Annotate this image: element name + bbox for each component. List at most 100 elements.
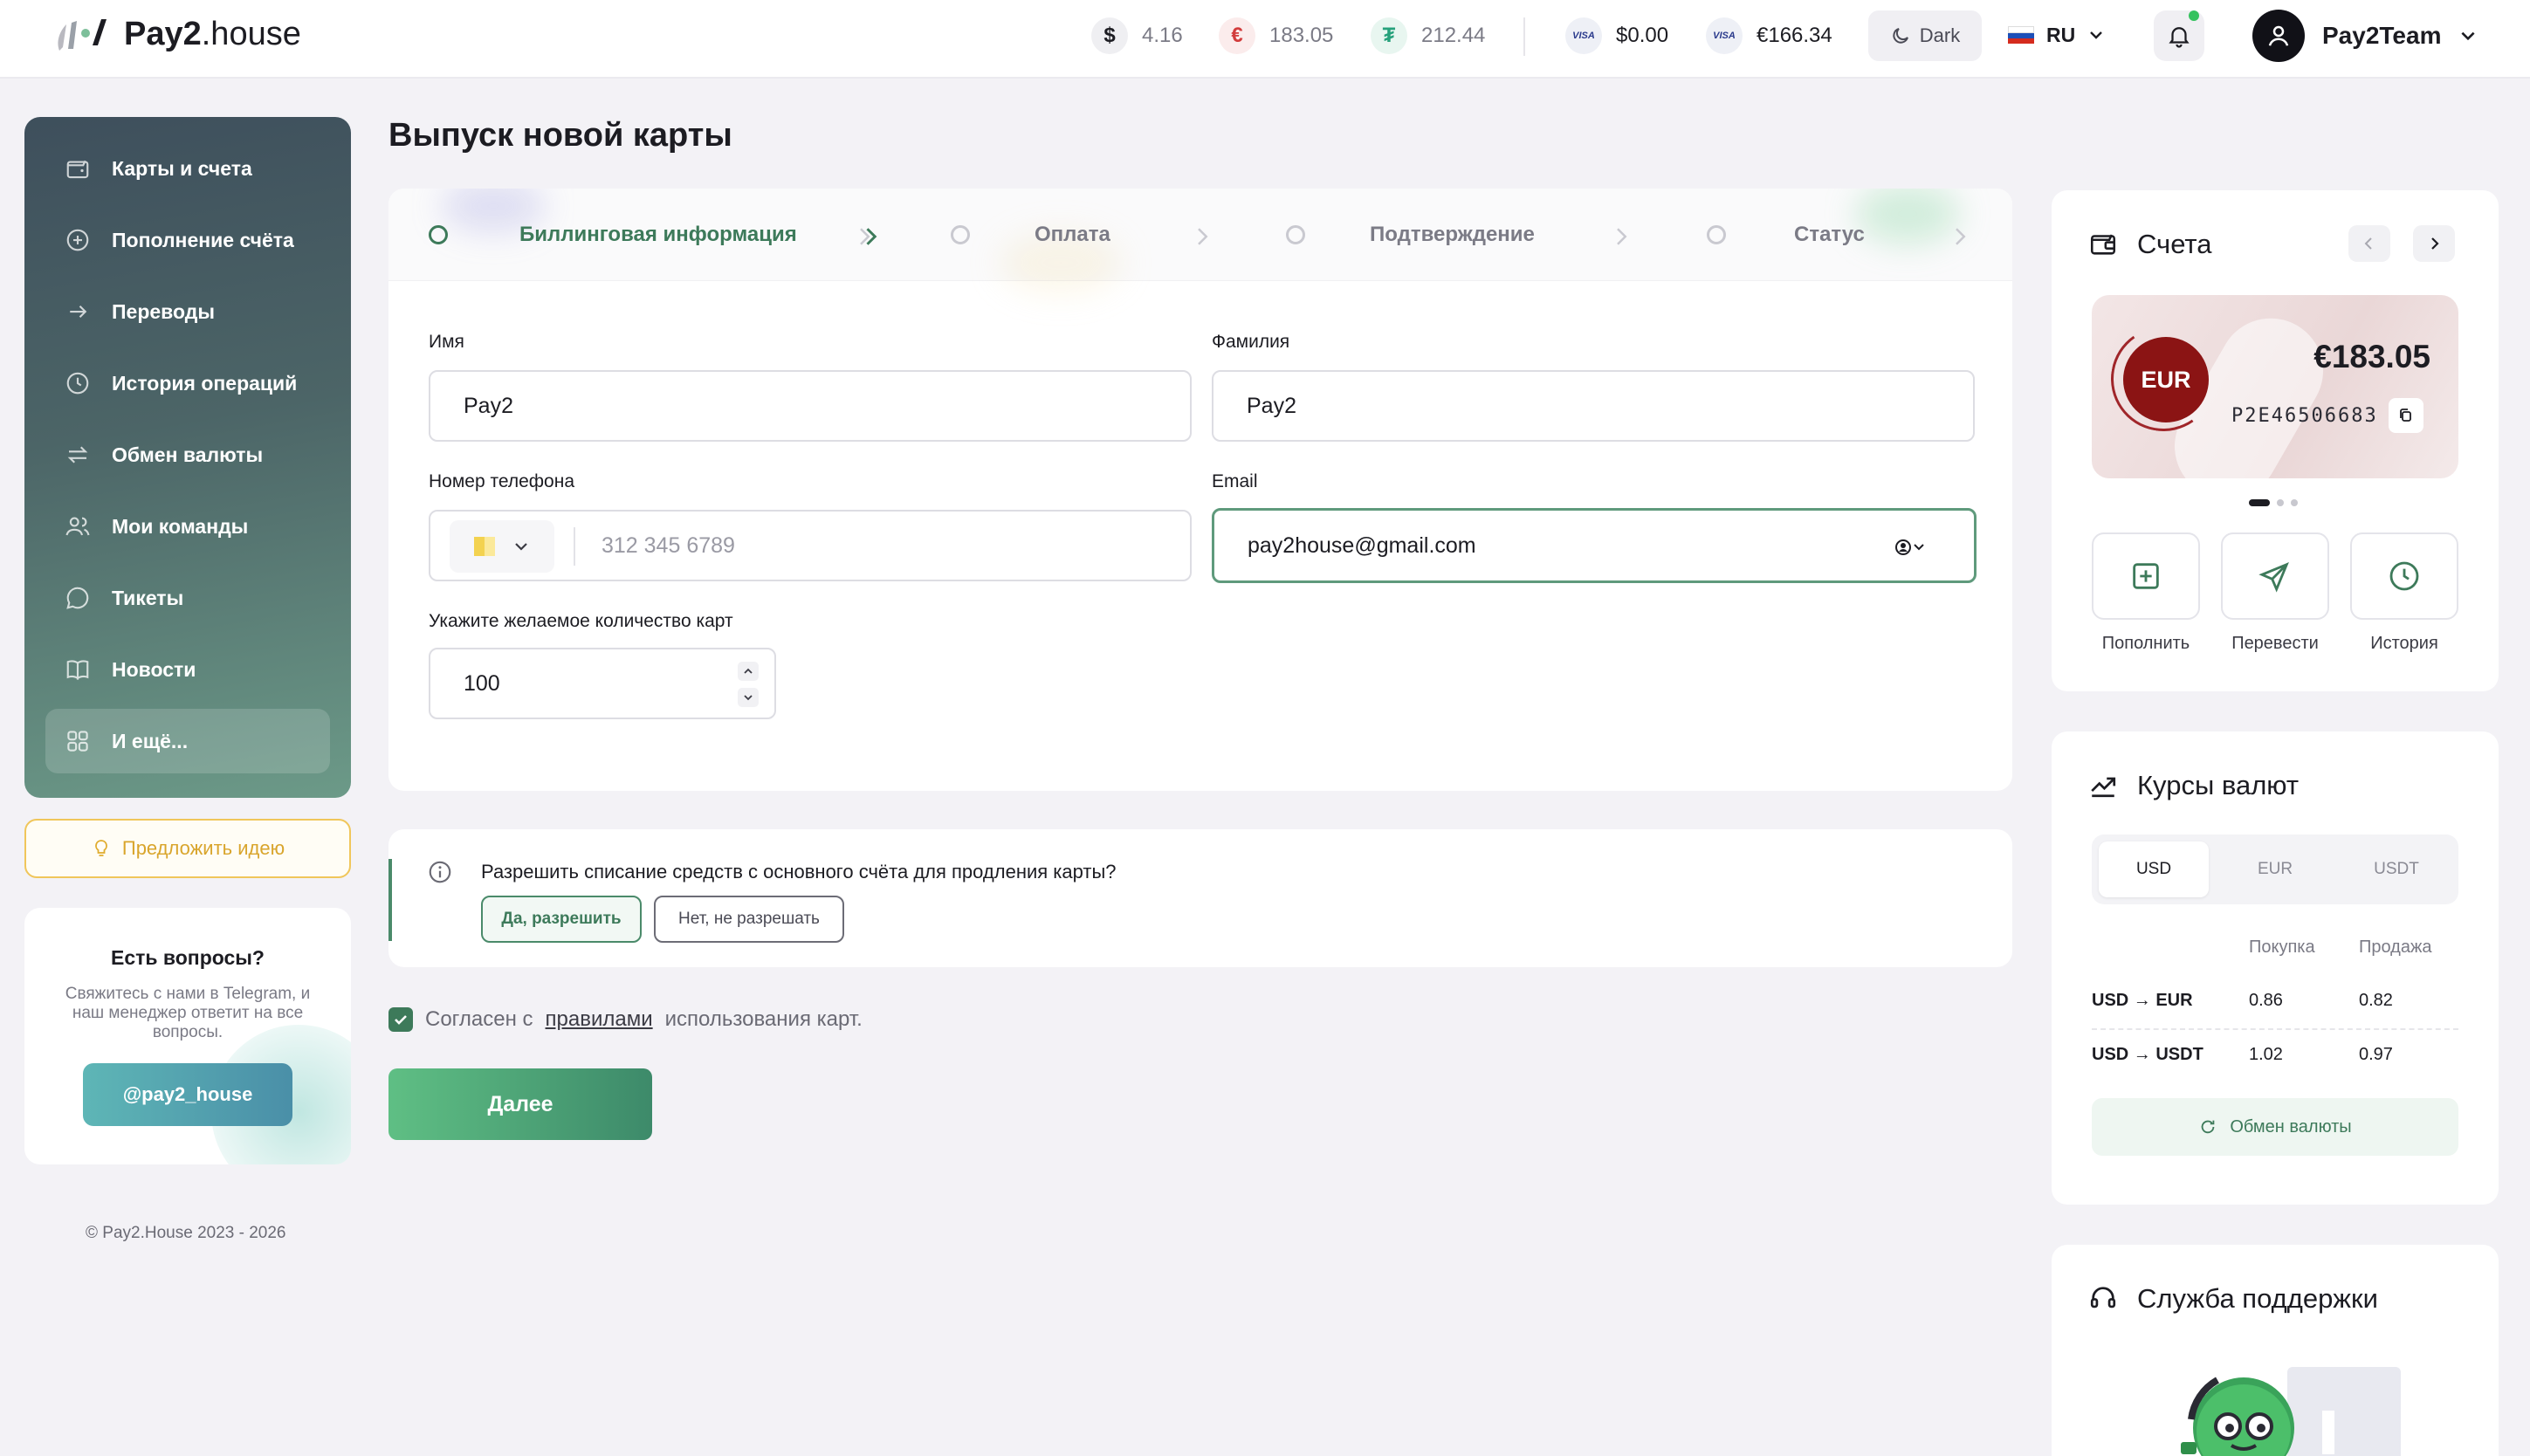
email-label: Email (1212, 471, 1258, 491)
plus-square-icon (2133, 563, 2159, 589)
tab-usd[interactable]: USD (2099, 841, 2209, 897)
notifications-button[interactable] (2154, 10, 2204, 61)
tab-eur[interactable]: EUR (2220, 841, 2330, 897)
book-icon (66, 660, 89, 680)
sidebar-item-exchange[interactable]: Обмен валюты (45, 422, 330, 487)
stepper-controls (738, 662, 759, 707)
email-field[interactable]: pay2house@gmail.com (1212, 508, 1977, 583)
sidebar-item-transfers[interactable]: Переводы (45, 279, 330, 344)
lightbulb-icon (94, 840, 107, 856)
history-action[interactable]: История (2350, 532, 2458, 654)
send-icon (2258, 562, 2289, 593)
eur-coin-icon: € (1219, 17, 1255, 54)
step-billing[interactable]: Биллинговая информация (429, 189, 797, 281)
pagination-dot[interactable] (2291, 499, 2298, 506)
decorative-blob (1855, 189, 1960, 244)
russia-flag-icon (2008, 26, 2034, 44)
currency-tabs: USD EUR USDT (2092, 834, 2458, 904)
brand-name[interactable]: Pay2.house (124, 16, 301, 53)
pagination-dot[interactable] (2249, 499, 2270, 506)
allow-button[interactable]: Да, разрешить (481, 896, 642, 943)
chat-icon (66, 587, 89, 609)
sidebar-item-topup[interactable]: Пополнение счёта (45, 208, 330, 272)
chevron-down-icon (515, 543, 527, 551)
step-payment[interactable]: Оплата (951, 189, 1110, 281)
consent-question: Разрешить списание средств с основного с… (481, 861, 1117, 883)
copy-button[interactable] (2389, 398, 2423, 433)
currency-exchange-button[interactable]: Обмен валюты (2092, 1098, 2458, 1156)
country-code-selector[interactable] (450, 520, 554, 573)
first-name-label: Имя (429, 332, 464, 352)
last-name-field[interactable]: Pay2 (1212, 370, 1975, 442)
terms-checkbox[interactable] (388, 1007, 413, 1032)
transfer-action[interactable]: Перевести (2221, 532, 2329, 654)
logo-icon[interactable] (52, 16, 110, 54)
step-ring-icon (1707, 225, 1726, 244)
usdt-coin-icon: ₮ (1371, 17, 1407, 54)
trending-up-icon (2091, 777, 2116, 798)
accounts-title: Счета (2137, 229, 2212, 259)
sidebar-item-history[interactable]: История операций (45, 351, 330, 416)
card-count-stepper[interactable]: 100 (429, 648, 776, 719)
clock-icon (66, 372, 89, 395)
suggest-idea-button[interactable]: Предложить идею (24, 819, 351, 878)
sidebar-item-tickets[interactable]: Тикеты (45, 566, 330, 630)
table-row: USD → USDT 1.02 0.97 (2092, 1044, 2393, 1064)
sidebar-item-cards[interactable]: Карты и счета (45, 136, 330, 201)
sidebar-item-teams[interactable]: Мои команды (45, 494, 330, 559)
next-button[interactable]: Далее (388, 1068, 652, 1140)
info-icon (429, 861, 451, 883)
decrement-button[interactable] (738, 688, 759, 707)
arrow-right-icon (70, 305, 87, 319)
account-number: P2E46506683 (2231, 405, 2378, 427)
notification-dot (2189, 10, 2199, 21)
sidebar-item-more[interactable]: И ещё... (45, 709, 330, 773)
card-balance-value: $0.00 (1616, 24, 1669, 47)
language-selector[interactable]: RU (2008, 19, 2105, 51)
pagination-dot[interactable] (2277, 499, 2284, 506)
account-card-eur[interactable]: EUR €183.05 P2E46506683 (2092, 295, 2458, 478)
theme-toggle-button[interactable]: Dark (1868, 10, 1982, 61)
deny-button[interactable]: Нет, не разрешать (654, 896, 844, 943)
users-icon (65, 517, 90, 536)
increment-button[interactable] (738, 662, 759, 681)
telegram-contact-button[interactable]: @pay2_house (83, 1063, 292, 1126)
support-title: Служба поддержки (2137, 1283, 2378, 1314)
phone-label: Номер телефона (429, 471, 575, 491)
wallet-icon (66, 160, 89, 179)
stepper: Биллинговая информация Оплата Подтвержде… (388, 189, 2012, 293)
divider (1523, 17, 1525, 56)
wallet-icon (2090, 234, 2116, 255)
card-balance-1[interactable]: VISA $0.00 (1565, 16, 1668, 56)
phone-field[interactable]: 312 345 6789 (429, 510, 1192, 581)
account-selector-icon[interactable] (1894, 537, 1928, 558)
sidebar-item-news[interactable]: Новости (45, 637, 330, 702)
user-menu[interactable]: Pay2Team (2252, 8, 2478, 64)
step-confirmation[interactable]: Подтверждение (1286, 189, 1535, 281)
balance-value: 4.16 (1142, 24, 1183, 47)
page-title: Выпуск новой карты (388, 117, 732, 154)
chevron-down-icon (2461, 31, 2476, 41)
prev-account-button[interactable] (2348, 225, 2390, 262)
accounts-card: Счета EUR €183.05 P2E46506683 Пополнить … (2052, 190, 2499, 691)
balance-value: 183.05 (1269, 24, 1334, 47)
support-card: Служба поддержки (2052, 1245, 2499, 1456)
step-ring-icon (951, 225, 970, 244)
step-status[interactable]: Статус (1707, 189, 1865, 281)
clock-icon (2389, 561, 2419, 591)
topup-action[interactable]: Пополнить (2092, 532, 2200, 654)
headset-icon (2090, 1287, 2116, 1308)
balance-eur[interactable]: € 183.05 (1219, 16, 1333, 56)
balance-usd[interactable]: $ 4.16 (1091, 16, 1183, 56)
first-name-field[interactable]: Pay2 (429, 370, 1192, 442)
card-balance-2[interactable]: VISA €166.34 (1706, 16, 1832, 56)
plus-circle-icon (66, 229, 89, 251)
terms-link[interactable]: правилами (546, 1007, 653, 1032)
avatar (2252, 10, 2305, 62)
card-count-label: Укажите желаемое количество карт (429, 611, 733, 631)
tab-usdt[interactable]: USDT (2341, 841, 2451, 897)
balance-usdt[interactable]: ₮ 212.44 (1371, 16, 1485, 56)
terms-agreement: Согласен с правилами использования карт. (388, 1004, 863, 1035)
next-account-button[interactable] (2413, 225, 2455, 262)
carousel-pagination (2249, 499, 2298, 506)
